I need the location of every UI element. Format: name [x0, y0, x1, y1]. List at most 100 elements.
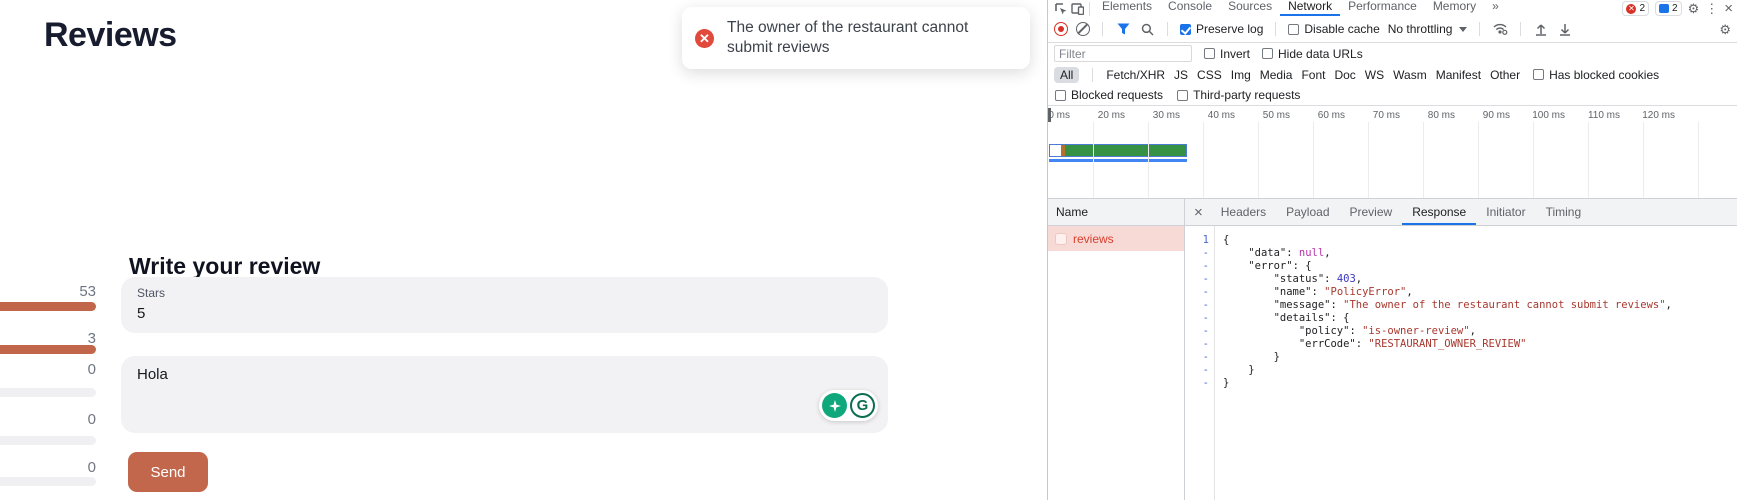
code-line: "name": "PolicyError",	[1223, 286, 1672, 299]
code-token	[1223, 299, 1274, 311]
settings-gear-icon[interactable]: ⚙	[1688, 2, 1700, 15]
type-filter-wasm[interactable]: Wasm	[1393, 68, 1427, 82]
record-network-log-icon[interactable]	[1054, 22, 1068, 36]
import-har-icon[interactable]	[1533, 22, 1549, 36]
close-devtools-icon[interactable]: ×	[1724, 1, 1733, 16]
timeline-tick-label: 80 ms	[1411, 110, 1455, 121]
stars-field[interactable]: Stars 5	[121, 277, 888, 333]
grammarly-suggestion-icon[interactable]	[822, 393, 847, 418]
tab-console[interactable]: Console	[1160, 0, 1220, 16]
chevron-down-icon	[1459, 27, 1467, 32]
code-token: : {	[1293, 260, 1312, 272]
checkbox-icon	[1204, 48, 1215, 59]
gutter-line-number: -	[1185, 247, 1209, 260]
type-filter-css[interactable]: CSS	[1197, 68, 1222, 82]
request-row-reviews[interactable]: reviews	[1048, 226, 1184, 251]
code-line: "details": {	[1223, 312, 1672, 325]
type-filter-ws[interactable]: WS	[1365, 68, 1384, 82]
code-token	[1223, 312, 1274, 324]
grammarly-widget[interactable]: G	[819, 390, 878, 421]
network-conditions-icon[interactable]	[1492, 22, 1508, 36]
clear-network-log-icon[interactable]	[1076, 22, 1090, 36]
more-tabs-icon[interactable]: »	[1484, 0, 1507, 16]
detail-tab-response[interactable]: Response	[1402, 199, 1476, 225]
timeline-tick-label: 60 ms	[1301, 110, 1345, 121]
code-token: null	[1299, 247, 1324, 259]
type-filter-other[interactable]: Other	[1490, 68, 1520, 82]
hide-data-urls-checkbox[interactable]: Hide data URLs	[1262, 47, 1363, 61]
tab-performance[interactable]: Performance	[1340, 0, 1425, 16]
network-timeline-overview[interactable]: 10 ms20 ms30 ms40 ms50 ms60 ms70 ms80 ms…	[1048, 106, 1737, 199]
timeline-tick-label: 110 ms	[1576, 110, 1620, 121]
error-count-icon: ✕	[1626, 4, 1636, 14]
type-filter-fetch-xhr[interactable]: Fetch/XHR	[1106, 68, 1165, 82]
timeline-tick-label: 90 ms	[1466, 110, 1510, 121]
timeline-gridline	[1203, 122, 1204, 198]
send-button[interactable]: Send	[128, 452, 208, 492]
console-errors-badge[interactable]: ✕ 2	[1622, 1, 1649, 16]
has-blocked-cookies-label: Has blocked cookies	[1549, 68, 1659, 82]
response-viewer[interactable]: 1----------- { "data": null, "error": { …	[1185, 226, 1737, 500]
timeline-tick-label: 100 ms	[1521, 110, 1565, 121]
code-line: "data": null,	[1223, 247, 1672, 260]
kebab-menu-icon[interactable]: ⋮	[1705, 2, 1718, 15]
toast-message: The owner of the restaurant cannot submi…	[727, 18, 1016, 58]
inspect-element-icon[interactable]	[1053, 2, 1069, 16]
review-textarea[interactable]: Hola G	[121, 356, 888, 433]
detail-tab-payload[interactable]: Payload	[1276, 199, 1339, 225]
export-har-icon[interactable]	[1557, 22, 1573, 36]
console-messages-badge[interactable]: 2	[1655, 1, 1682, 16]
filter-input[interactable]	[1054, 45, 1192, 62]
devtools-panel: ElementsConsoleSourcesNetworkPerformance…	[1047, 0, 1737, 500]
code-token: }	[1274, 351, 1280, 363]
rating-bar	[0, 436, 96, 445]
code-token: "errCode"	[1299, 338, 1356, 350]
code-line: }	[1223, 351, 1672, 364]
type-filter-manifest[interactable]: Manifest	[1436, 68, 1481, 82]
resource-type-filters: All Fetch/XHR JS CSS Img Media Font Doc WS Wasm Ma…	[1048, 64, 1737, 85]
has-blocked-cookies-checkbox[interactable]: Has blocked cookies	[1533, 68, 1659, 82]
code-token: "error"	[1248, 260, 1292, 272]
code-token: "policy"	[1299, 325, 1350, 337]
code-token: :	[1349, 325, 1362, 337]
message-count: 2	[1672, 3, 1678, 14]
timeline-gridline	[1093, 122, 1094, 198]
timeline-gridline	[1533, 122, 1534, 198]
tab-sources[interactable]: Sources	[1220, 0, 1280, 16]
tab-elements[interactable]: Elements	[1094, 0, 1160, 16]
request-filters-row: Blocked requests Third-party requests	[1048, 85, 1737, 106]
error-toast[interactable]: ✕ The owner of the restaurant cannot sub…	[682, 7, 1030, 69]
hide-data-urls-label: Hide data URLs	[1278, 47, 1363, 61]
throttling-dropdown[interactable]: No throttling	[1388, 22, 1468, 36]
blocked-requests-checkbox[interactable]: Blocked requests	[1055, 88, 1163, 102]
gutter-line-number: -	[1185, 299, 1209, 312]
filter-funnel-icon[interactable]	[1115, 22, 1131, 36]
type-filter-js[interactable]: JS	[1174, 68, 1188, 82]
network-settings-gear-icon[interactable]: ⚙	[1719, 23, 1731, 36]
type-filter-font[interactable]: Font	[1301, 68, 1325, 82]
type-filter-img[interactable]: Img	[1231, 68, 1251, 82]
search-icon[interactable]	[1139, 22, 1155, 36]
tab-memory[interactable]: Memory	[1425, 0, 1484, 16]
request-waterfall-bar[interactable]	[1049, 144, 1187, 157]
tab-network[interactable]: Network	[1280, 0, 1340, 16]
third-party-requests-checkbox[interactable]: Third-party requests	[1177, 88, 1300, 102]
detail-tab-initiator[interactable]: Initiator	[1476, 199, 1535, 225]
device-toolbar-icon[interactable]	[1069, 2, 1085, 16]
preserve-log-checkbox[interactable]: Preserve log	[1180, 22, 1263, 36]
stars-value: 5	[137, 305, 872, 322]
detail-tab-preview[interactable]: Preview	[1340, 199, 1403, 225]
type-filter-doc[interactable]: Doc	[1334, 68, 1355, 82]
disable-cache-checkbox[interactable]: Disable cache	[1288, 22, 1379, 36]
detail-tab-timing[interactable]: Timing	[1536, 199, 1592, 225]
type-filter-all[interactable]: All	[1054, 67, 1079, 83]
gutter-line-number: -	[1185, 325, 1209, 338]
close-detail-icon[interactable]: ×	[1194, 205, 1203, 220]
detail-tab-headers[interactable]: Headers	[1211, 199, 1276, 225]
restaurant-reviews-page: Reviews ✕ The owner of the restaurant ca…	[0, 0, 1047, 500]
invert-checkbox[interactable]: Invert	[1204, 47, 1250, 61]
grammarly-logo-icon[interactable]: G	[850, 393, 875, 418]
timeline-gridline	[1313, 122, 1314, 198]
name-column-header[interactable]: Name	[1048, 199, 1184, 226]
type-filter-media[interactable]: Media	[1260, 68, 1293, 82]
